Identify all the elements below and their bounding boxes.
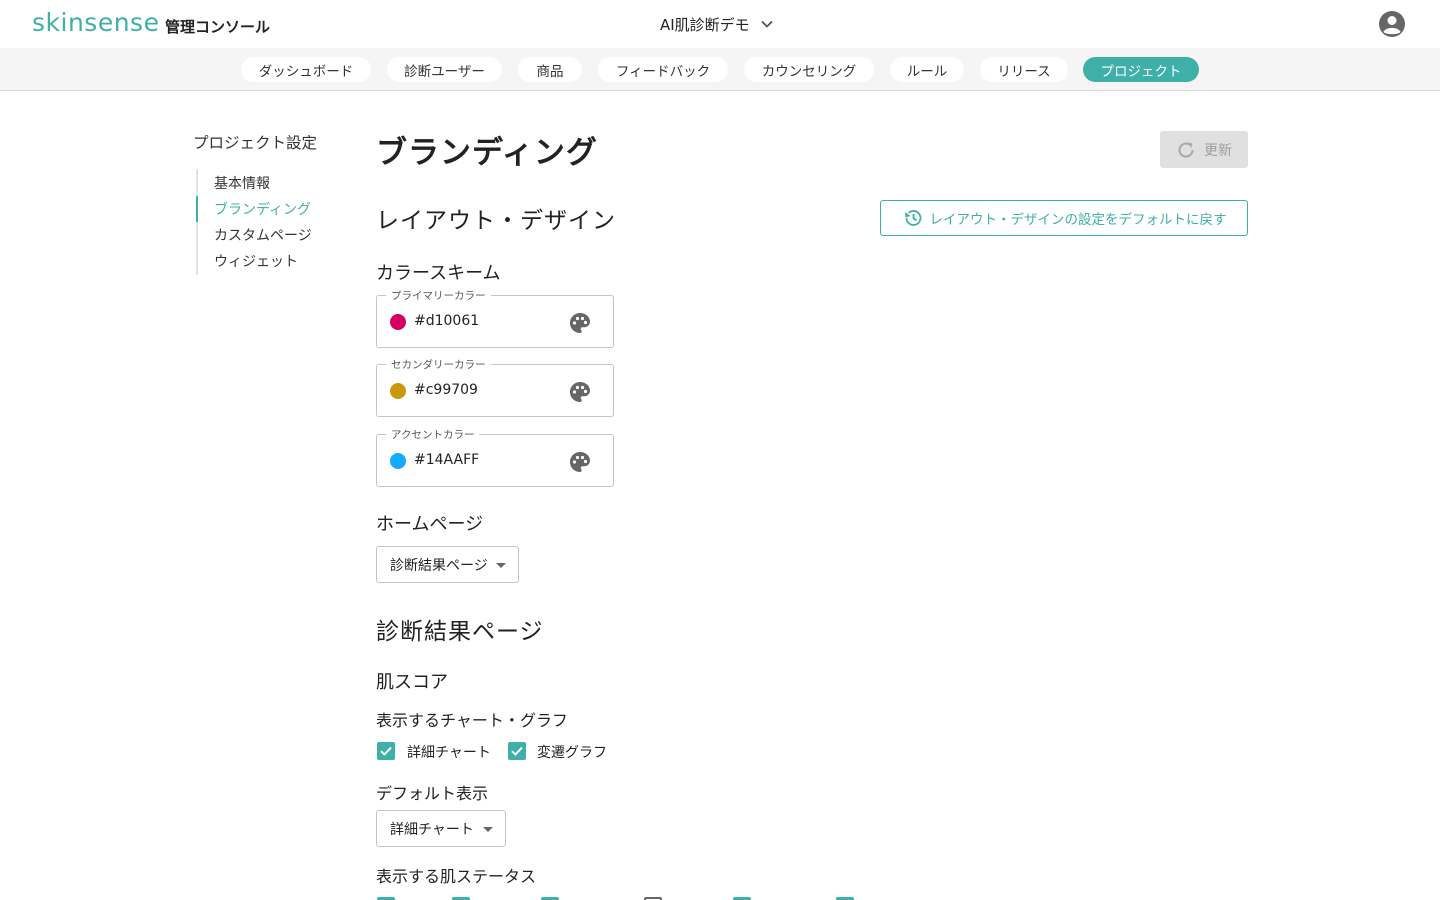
chevron-down-icon bbox=[761, 20, 773, 28]
detail-chart-checkbox[interactable] bbox=[377, 742, 395, 760]
nav-project[interactable]: プロジェクト bbox=[1083, 57, 1199, 82]
check-icon bbox=[511, 746, 523, 756]
nav-diagnosis-users[interactable]: 診断ユーザー bbox=[387, 57, 502, 82]
skin-score-heading: 肌スコア bbox=[376, 672, 448, 693]
reset-layout-button[interactable]: レイアウト・デザインの設定をデフォルトに戻す bbox=[880, 200, 1248, 236]
transition-graph-label[interactable]: 変遷グラフ bbox=[537, 742, 607, 762]
accent-color-value: #14AAFF bbox=[414, 452, 480, 468]
project-selector[interactable]: AI肌診断デモ bbox=[660, 12, 774, 36]
update-button[interactable]: 更新 bbox=[1160, 131, 1248, 168]
primary-color-field[interactable]: プライマリーカラー #d10061 bbox=[376, 288, 614, 348]
secondary-color-label: セカンダリーカラー bbox=[386, 357, 491, 372]
default-view-heading: デフォルト表示 bbox=[376, 784, 489, 803]
sidebar-item-widgets[interactable]: ウィジェット bbox=[214, 251, 298, 271]
sidebar-menu: 基本情報 ブランディング カスタムページ ウィジェット bbox=[196, 169, 336, 275]
sidebar-item-custom-pages[interactable]: カスタムページ bbox=[214, 225, 312, 245]
secondary-color-value: #c99709 bbox=[414, 382, 478, 398]
layout-design-heading: レイアウト・デザイン bbox=[376, 208, 616, 234]
nav-rules[interactable]: ルール bbox=[890, 57, 964, 82]
transition-graph-checkbox[interactable] bbox=[508, 742, 526, 760]
project-name: AI肌診断デモ bbox=[660, 15, 750, 34]
console-title: 管理コンソール bbox=[165, 18, 271, 36]
palette-icon[interactable] bbox=[568, 450, 592, 474]
skinsense-logo[interactable]: skinsense bbox=[32, 8, 159, 37]
result-page-heading: 診断結果ページ bbox=[376, 619, 544, 645]
homepage-select-value: 診断結果ページ bbox=[390, 557, 488, 574]
caret-down-icon bbox=[483, 827, 493, 832]
default-view-select-value: 詳細チャート bbox=[390, 821, 474, 838]
accent-color-label: アクセントカラー bbox=[386, 427, 480, 442]
check-icon bbox=[380, 746, 392, 756]
page-title: ブランディング bbox=[376, 135, 598, 171]
reset-layout-label: レイアウト・デザインの設定をデフォルトに戻す bbox=[929, 212, 1227, 228]
secondary-color-field[interactable]: セカンダリーカラー #c99709 bbox=[376, 357, 614, 417]
primary-color-label: プライマリーカラー bbox=[386, 288, 491, 303]
detail-chart-label[interactable]: 詳細チャート bbox=[407, 742, 491, 762]
palette-icon[interactable] bbox=[568, 311, 592, 335]
caret-down-icon bbox=[496, 563, 506, 568]
main-nav: ダッシュボード 診断ユーザー 商品 フィードバック カウンセリング ルール リリ… bbox=[0, 48, 1440, 91]
refresh-icon bbox=[1178, 142, 1194, 158]
nav-products[interactable]: 商品 bbox=[518, 57, 582, 82]
color-scheme-heading: カラースキーム bbox=[376, 263, 501, 284]
secondary-color-swatch bbox=[390, 383, 406, 399]
sidebar-item-branding[interactable]: ブランディング bbox=[214, 199, 311, 219]
nav-releases[interactable]: リリース bbox=[980, 57, 1068, 82]
primary-color-swatch bbox=[390, 314, 406, 330]
palette-icon[interactable] bbox=[568, 380, 592, 404]
sidebar-title: プロジェクト設定 bbox=[193, 134, 318, 152]
sidebar-item-basic-info[interactable]: 基本情報 bbox=[214, 173, 270, 193]
nav-feedback[interactable]: フィードバック bbox=[598, 57, 728, 82]
nav-dashboard[interactable]: ダッシュボード bbox=[241, 57, 371, 82]
nav-counseling[interactable]: カウンセリング bbox=[744, 57, 874, 82]
homepage-select[interactable]: 診断結果ページ bbox=[376, 546, 519, 583]
app-header: skinsense 管理コンソール AI肌診断デモ bbox=[0, 0, 1440, 48]
history-icon bbox=[904, 210, 921, 226]
default-view-select[interactable]: 詳細チャート bbox=[376, 810, 506, 847]
homepage-heading: ホームページ bbox=[376, 514, 484, 535]
account-avatar-icon[interactable] bbox=[1378, 10, 1406, 38]
accent-color-swatch bbox=[390, 453, 406, 469]
accent-color-field[interactable]: アクセントカラー #14AAFF bbox=[376, 427, 614, 487]
sidebar-active-indicator bbox=[196, 196, 198, 222]
skin-status-heading: 表示する肌ステータス bbox=[376, 867, 537, 886]
charts-heading: 表示するチャート・グラフ bbox=[376, 711, 568, 730]
primary-color-value: #d10061 bbox=[414, 313, 480, 329]
update-button-label: 更新 bbox=[1204, 142, 1232, 159]
